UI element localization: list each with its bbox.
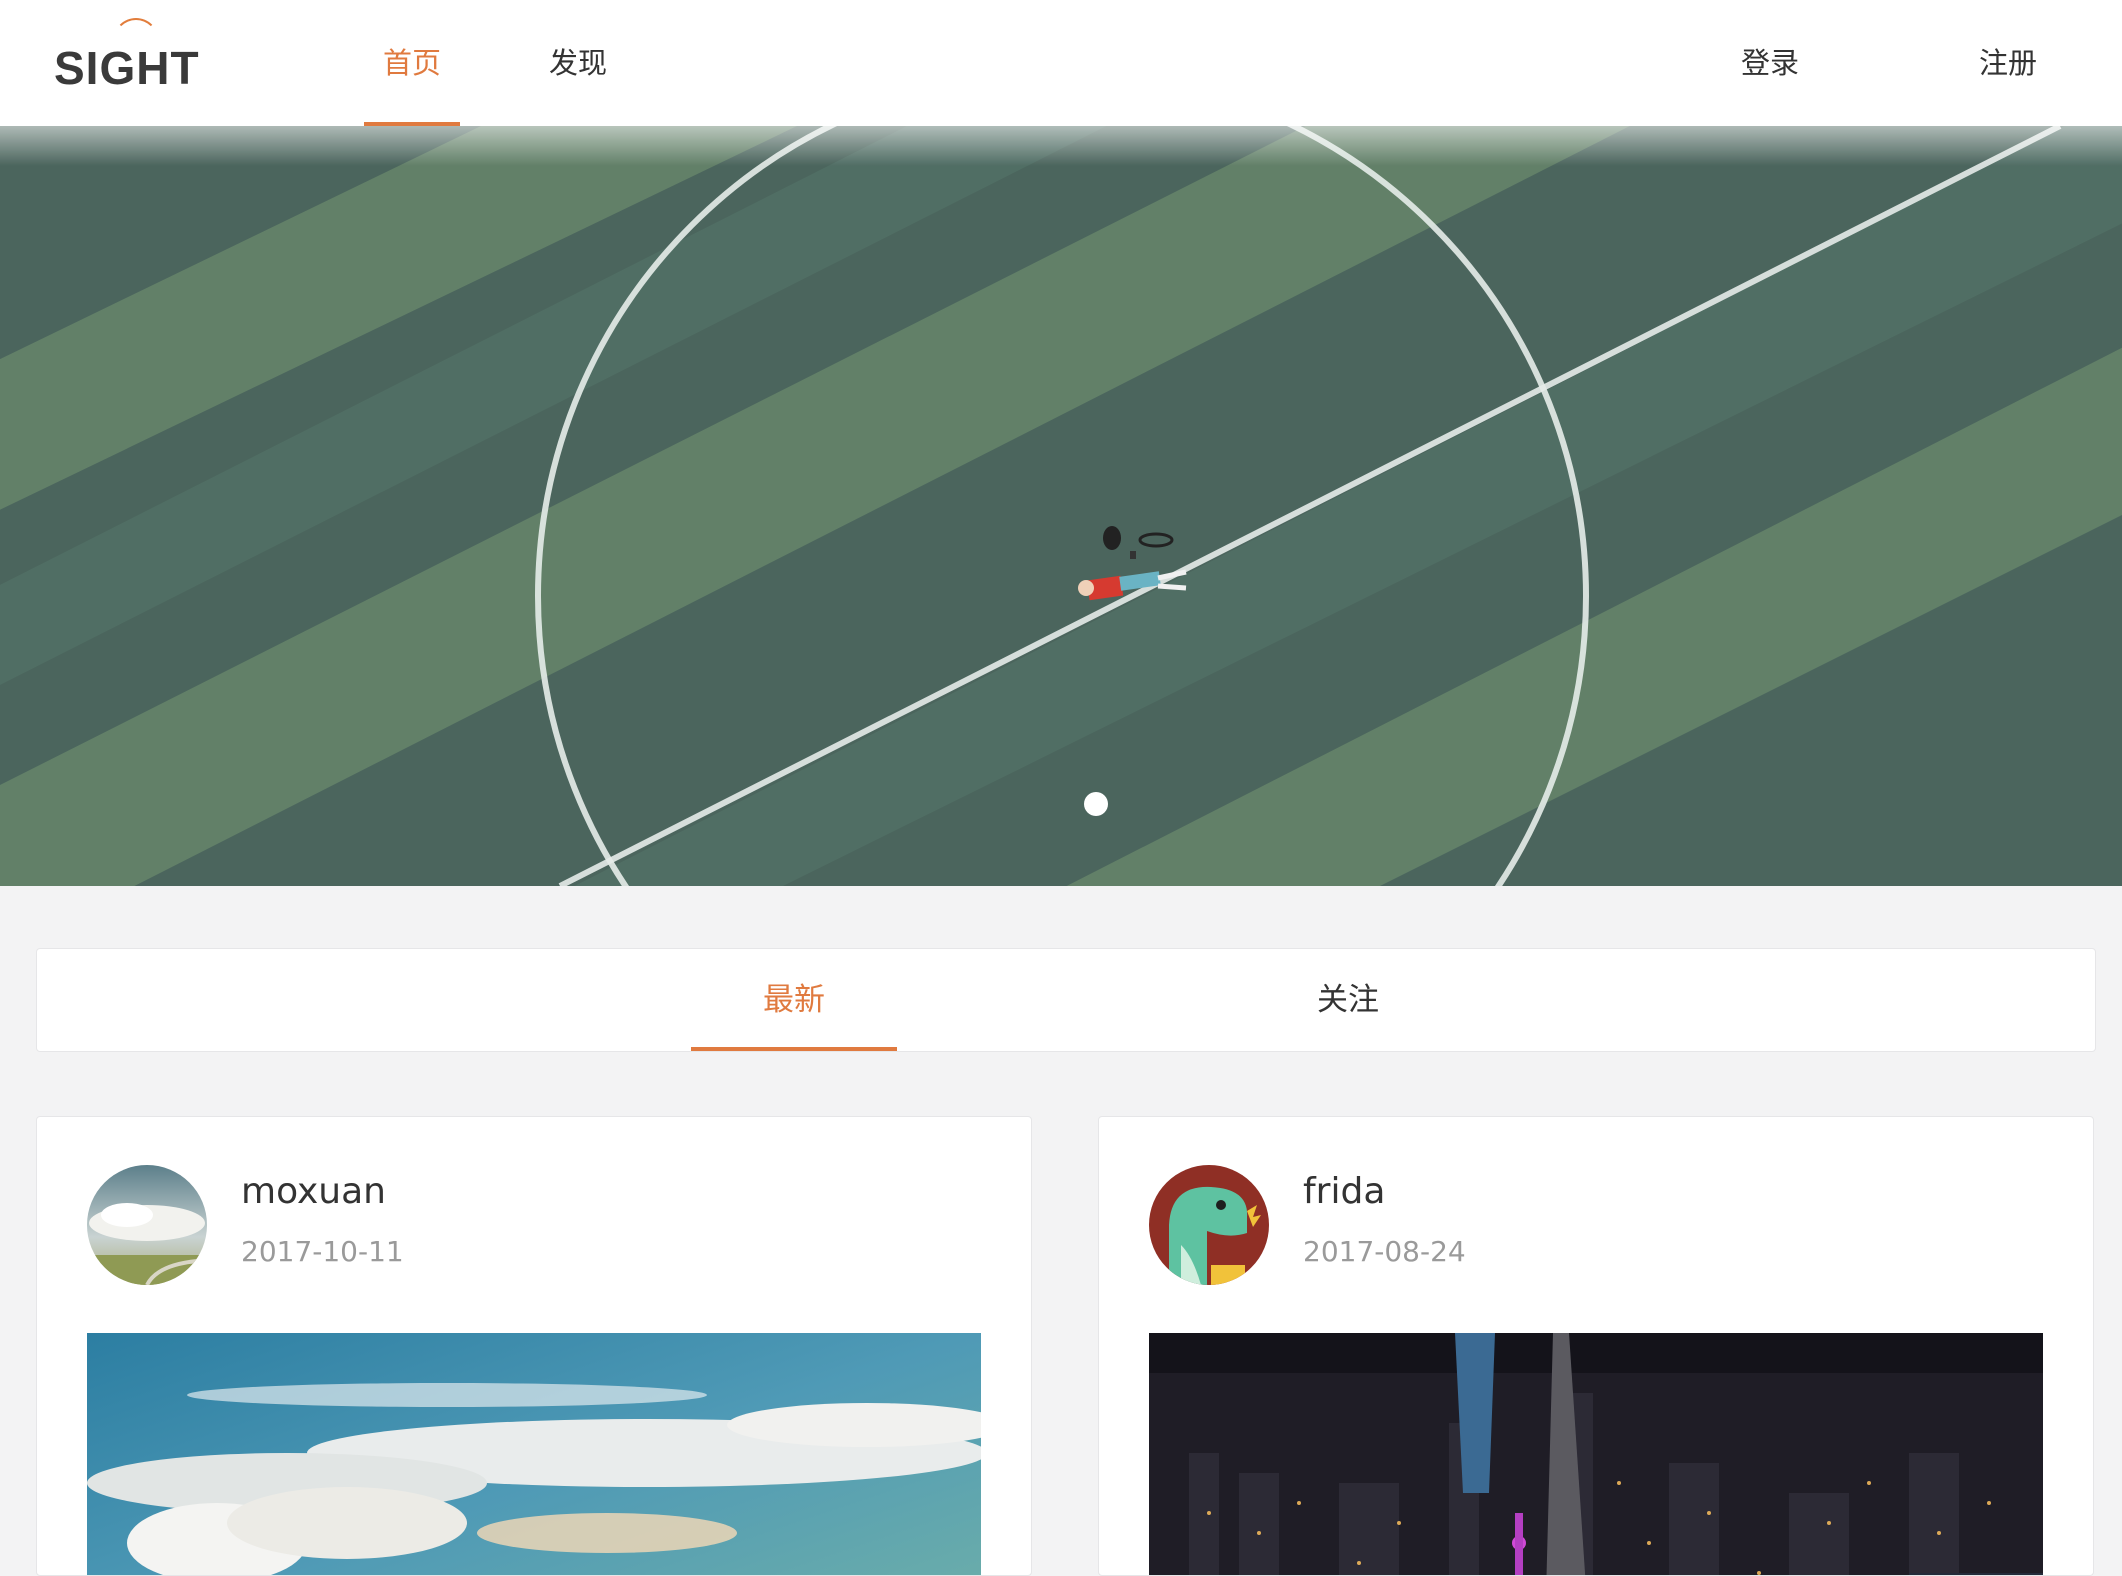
post-date: 2017-08-24: [1303, 1235, 1466, 1268]
nav-discover[interactable]: 发现: [530, 0, 626, 126]
tab-follow[interactable]: 关注: [1245, 949, 1451, 1051]
hero-banner[interactable]: [0, 126, 2122, 886]
login-link[interactable]: 登录: [1722, 0, 1818, 126]
sky-clouds-photo: [87, 1333, 981, 1575]
post-date: 2017-10-11: [241, 1235, 404, 1268]
post-username[interactable]: moxuan: [241, 1171, 386, 1212]
cloud-landscape-avatar-icon: [87, 1165, 207, 1285]
city-night-skyline-photo: [1149, 1333, 2043, 1575]
banner-top-shade: [0, 126, 2122, 166]
tab-latest[interactable]: 最新: [691, 949, 897, 1051]
carousel-dot-active[interactable]: [1084, 792, 1108, 816]
post-image[interactable]: [87, 1333, 981, 1575]
avatar[interactable]: [87, 1165, 207, 1285]
register-link[interactable]: 注册: [1960, 0, 2056, 126]
banner-image: [0, 126, 2122, 886]
logo-text: SIGHT: [54, 42, 200, 94]
avatar[interactable]: [1149, 1165, 1269, 1285]
nav-home[interactable]: 首页: [364, 0, 460, 126]
post-card[interactable]: frida 2017-08-24: [1098, 1116, 2094, 1576]
green-dinosaur-avatar-icon: [1149, 1165, 1269, 1285]
sight-logo[interactable]: SIGHT: [50, 14, 199, 102]
post-username[interactable]: frida: [1303, 1171, 1385, 1212]
feed-tabs: 最新 关注: [36, 948, 2096, 1052]
post-card[interactable]: moxuan 2017-10-11: [36, 1116, 1032, 1576]
post-image[interactable]: [1149, 1333, 2043, 1575]
top-navbar: SIGHT 首页 发现 登录 注册: [0, 0, 2122, 126]
